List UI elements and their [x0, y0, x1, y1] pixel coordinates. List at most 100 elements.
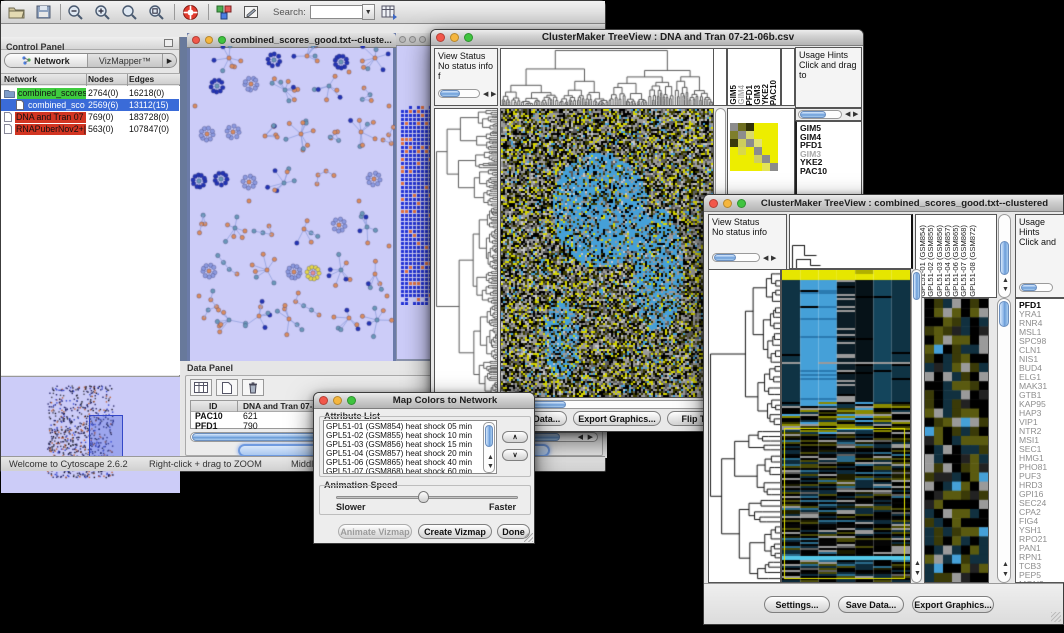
float-panel-icon[interactable]	[164, 39, 173, 47]
network-canvas[interactable]	[189, 46, 395, 356]
row-dendrogram[interactable]	[434, 108, 498, 398]
move-up-button[interactable]: ∧	[502, 431, 528, 443]
close-icon[interactable]	[436, 33, 445, 42]
tab-overflow-icon: ▶	[167, 57, 172, 65]
gene-label[interactable]: MON2	[1019, 580, 1064, 582]
animate-vizmap-button[interactable]: Animate Vizmap	[338, 524, 412, 539]
export-graphics-button[interactable]: Export Graphics...	[573, 411, 661, 426]
open-session-button[interactable]	[4, 2, 28, 22]
folder-icon	[4, 89, 15, 98]
attribute-item[interactable]: GPL51-06 (GSM865) heat shock 40 min	[326, 458, 484, 467]
slider-thumb[interactable]	[418, 491, 429, 503]
col-nodes[interactable]: Nodes	[88, 74, 114, 84]
usage-hints-scroll-strip: ◀ ▶	[795, 108, 862, 121]
column-dendrogram-area[interactable]	[789, 214, 913, 269]
data-panel-title: Data Panel	[187, 363, 233, 373]
network-window[interactable]: combined_scores_good.txt--cluste...	[187, 33, 396, 368]
detail-heatmap[interactable]	[924, 298, 989, 583]
dialog-title: Map Colors to Network	[356, 395, 534, 406]
zoom-window-icon[interactable]	[464, 33, 473, 42]
close-icon[interactable]	[399, 36, 406, 43]
attribute-item[interactable]: GPL51-02 (GSM855) heat shock 10 min	[326, 431, 484, 440]
network-row-combined-sco-selected[interactable]: combined_sco 2569(6) 13112(15)	[1, 99, 179, 111]
create-vizmap-button[interactable]: Create Vizmap	[418, 524, 492, 539]
column-labels-scrollbar[interactable]: ▲ ▼	[998, 214, 1011, 298]
usage-hints-title: Usage Hints	[796, 48, 861, 60]
heatmap-view[interactable]	[781, 269, 911, 583]
column-label[interactable]: GPL51-08 (GSM872)	[969, 225, 977, 297]
similarity-matrix[interactable]	[730, 123, 778, 171]
zoom-window-icon[interactable]	[218, 36, 226, 44]
network-row-dna-tran[interactable]: DNA and Tran 07 769(0) 183728(0)	[1, 111, 179, 123]
minimize-icon[interactable]	[450, 33, 459, 42]
zoom-window-icon[interactable]	[347, 396, 356, 405]
view-status-info: No status info f	[435, 61, 497, 81]
search-input[interactable]	[310, 5, 362, 19]
move-down-button[interactable]: ∨	[502, 449, 528, 461]
delete-attribute-trash-icon[interactable]	[242, 379, 264, 396]
minimize-icon[interactable]	[205, 36, 213, 44]
attribute-select-icon[interactable]	[190, 379, 212, 396]
col-edges[interactable]: Edges	[129, 74, 154, 84]
col-network[interactable]: Network	[4, 74, 37, 84]
save-session-button[interactable]	[31, 2, 55, 22]
new-attribute-icon[interactable]	[216, 379, 238, 396]
attribute-item[interactable]: GPL51-01 (GSM854) heat shock 05 min	[326, 422, 484, 431]
attribute-list-scrollbar[interactable]: ▲ ▼	[483, 422, 495, 473]
export-graphics-button[interactable]: Export Graphics...	[912, 596, 994, 613]
row-dendrogram[interactable]	[708, 269, 781, 583]
birdseye-view[interactable]	[1, 376, 180, 493]
heatmap-view[interactable]	[500, 108, 714, 398]
column-label[interactable]: PAC10	[770, 80, 778, 105]
help-lifering-icon[interactable]	[178, 2, 202, 22]
column-dendrogram[interactable]	[500, 48, 714, 106]
row-label[interactable]: PAC10	[800, 167, 860, 176]
attribute-item[interactable]: GPL51-04 (GSM857) heat shock 20 min	[326, 449, 484, 458]
dialog-title-bar[interactable]: Map Colors to Network	[314, 393, 534, 409]
tab-vizmapper[interactable]: VizMapper™	[88, 54, 163, 67]
resize-grip-icon[interactable]	[1051, 612, 1061, 622]
view-status-scrollbar[interactable]	[438, 89, 480, 98]
zoom-window-icon[interactable]	[419, 36, 426, 43]
view-status-panel: View Status No status info f ◀ ▶	[434, 48, 498, 106]
minimize-icon[interactable]	[723, 199, 732, 208]
zoom-selected-icon[interactable]	[118, 2, 142, 22]
zoom-in-icon[interactable]	[91, 2, 115, 22]
zoom-out-icon[interactable]	[64, 2, 88, 22]
attribute-item[interactable]: GPL51-03 (GSM856) heat shock 15 min	[326, 440, 484, 449]
usage-hints-scrollbar[interactable]	[1019, 283, 1053, 292]
heatmap-vscrollbar[interactable]: ▲ ▼	[911, 269, 922, 583]
modify-network-icon[interactable]	[212, 2, 236, 22]
search-dropdown-icon[interactable]: ▼	[362, 4, 375, 20]
minimize-icon[interactable]	[409, 36, 416, 43]
save-data-button[interactable]: Save Data...	[838, 596, 904, 613]
attribute-item[interactable]: GPL51-07 (GSM868) heat shock 60 min	[326, 467, 484, 474]
treeview1-title-bar[interactable]: ClusterMaker TreeView : DNA and Tran 07-…	[431, 30, 863, 46]
zoom-window-icon[interactable]	[737, 199, 746, 208]
attribute-list: GPL51-01 (GSM854) heat shock 05 minGPL51…	[326, 422, 484, 474]
treeview2-title-bar[interactable]: ClusterMaker TreeView : combined_scores_…	[704, 195, 1063, 212]
detail-vscrollbar[interactable]: ▲ ▼	[997, 298, 1011, 583]
tab-network[interactable]: Network	[5, 54, 88, 67]
usage-hints-scrollbar[interactable]	[798, 110, 842, 119]
zoom-fit-icon[interactable]	[145, 2, 169, 22]
data-col-id[interactable]: ID	[209, 401, 217, 411]
attribute-table-icon[interactable]	[378, 2, 402, 22]
network-row-rnapuber[interactable]: RNAPuberNov2+| 563(0) 107847(0)	[1, 123, 179, 135]
view-status-info: No status info	[709, 227, 786, 237]
attribute-listbox[interactable]: GPL51-01 (GSM854) heat shock 05 minGPL51…	[323, 420, 497, 474]
close-icon[interactable]	[319, 396, 328, 405]
usage-hints-title: Usage Hints	[1016, 215, 1064, 237]
view-status-scrollbar[interactable]	[712, 253, 760, 262]
minimize-icon[interactable]	[333, 396, 342, 405]
column-labels: GPL51-01 (GSM854)GPL51-02 (GSM855)GPL51-…	[919, 217, 995, 297]
control-panel: Control Panel Network VizMapper™ ▶	[1, 37, 180, 458]
annotation-icon[interactable]	[239, 2, 263, 22]
tab-overflow-button[interactable]: ▶	[163, 54, 176, 67]
network-row-combined-scores[interactable]: combined_scores 2764(0) 16218(0)	[1, 87, 179, 99]
close-icon[interactable]	[709, 199, 718, 208]
birdseye-viewport-rect[interactable]	[89, 415, 123, 459]
resize-grip-icon[interactable]	[524, 533, 533, 542]
close-icon[interactable]	[192, 36, 200, 44]
settings-button[interactable]: Settings...	[764, 596, 830, 613]
